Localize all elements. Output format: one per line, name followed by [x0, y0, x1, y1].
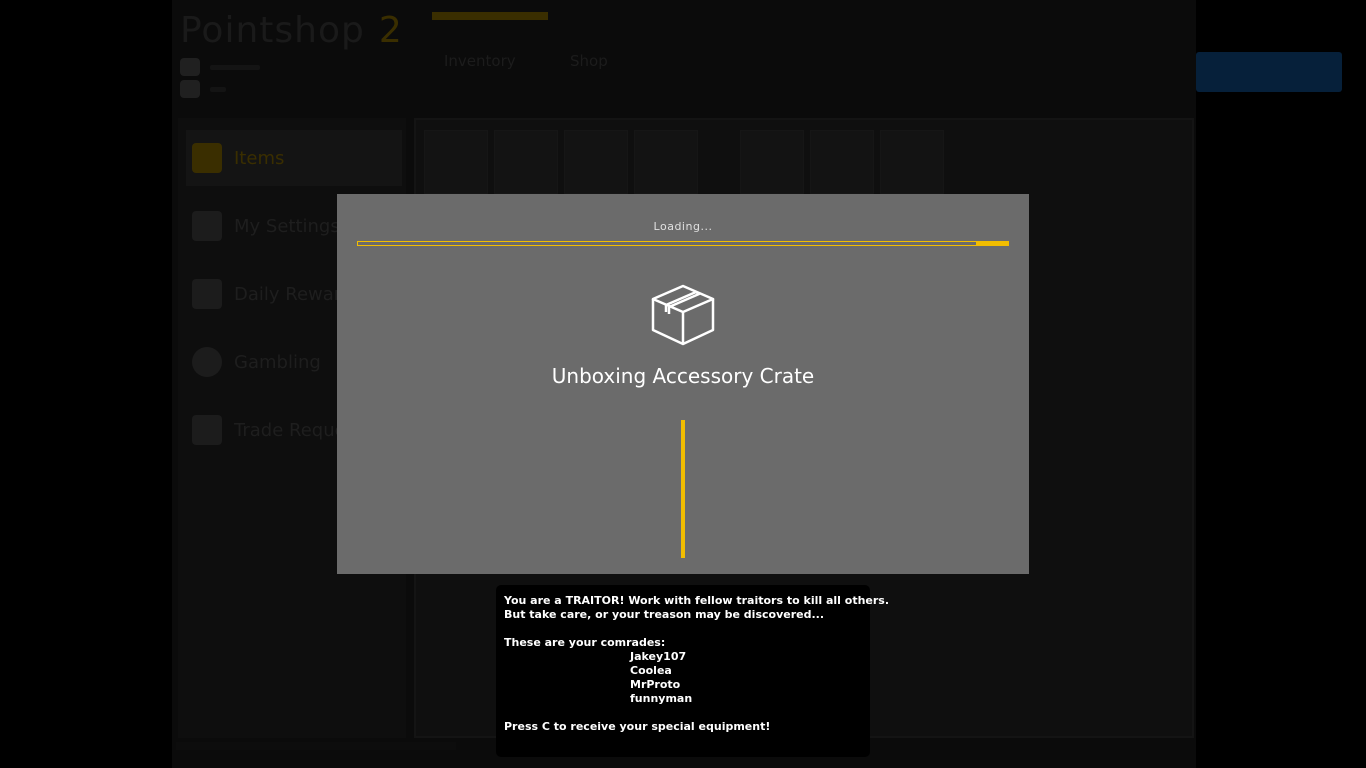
items-icon [192, 143, 222, 173]
sidebar-item-items[interactable]: Items [186, 130, 402, 186]
comrade-name: MrProto [630, 678, 681, 691]
box-icon [651, 284, 715, 346]
traitor-message-line: But take care, or your treason may be di… [504, 608, 824, 621]
item-slot[interactable] [810, 130, 874, 194]
comrade-name: Coolea [630, 664, 672, 677]
progress-fill [975, 242, 1008, 245]
tab-active-indicator [432, 12, 548, 20]
user-info [180, 58, 260, 100]
trade-icon [192, 415, 222, 445]
comrades-heading: These are your comrades: [504, 636, 666, 649]
item-slot[interactable] [564, 130, 628, 194]
sidebar-item-label: Gambling [234, 351, 321, 373]
gift-icon [192, 279, 222, 309]
sidebar-item-label: My Settings [234, 215, 340, 237]
unbox-title: Unboxing Accessory Crate [551, 364, 815, 388]
user-avatar-icon [180, 58, 200, 76]
tab-inventory[interactable]: Inventory [444, 52, 516, 70]
traitor-message-line: You are a TRAITOR! Work with fellow trai… [504, 594, 890, 607]
reel-marker [681, 420, 685, 558]
equipment-hint: Press C to receive your special equipmen… [504, 720, 771, 733]
item-slot[interactable] [740, 130, 804, 194]
traitor-message-box: You are a TRAITOR! Work with fellow trai… [496, 585, 890, 757]
gambling-icon [192, 347, 222, 377]
loading-text: Loading... [653, 220, 713, 233]
points-icon [180, 80, 200, 98]
wrench-icon [192, 211, 222, 241]
loading-progress-bar [357, 241, 1009, 246]
shop-logo: Pointshop 2 [180, 10, 403, 51]
tab-shop[interactable]: Shop [570, 52, 608, 70]
status-bar [176, 742, 456, 750]
item-slot[interactable] [424, 130, 488, 194]
sidebar-item-label: Items [234, 147, 285, 169]
item-slot[interactable] [494, 130, 558, 194]
item-slot[interactable] [880, 130, 944, 194]
unbox-modal: Loading... Unboxing Accessory Crate [337, 194, 1029, 574]
comrade-name: Jakey107 [630, 650, 687, 663]
item-slot[interactable] [634, 130, 698, 194]
shop-action-button[interactable] [1196, 52, 1342, 92]
comrade-name: funnyman [630, 692, 693, 705]
